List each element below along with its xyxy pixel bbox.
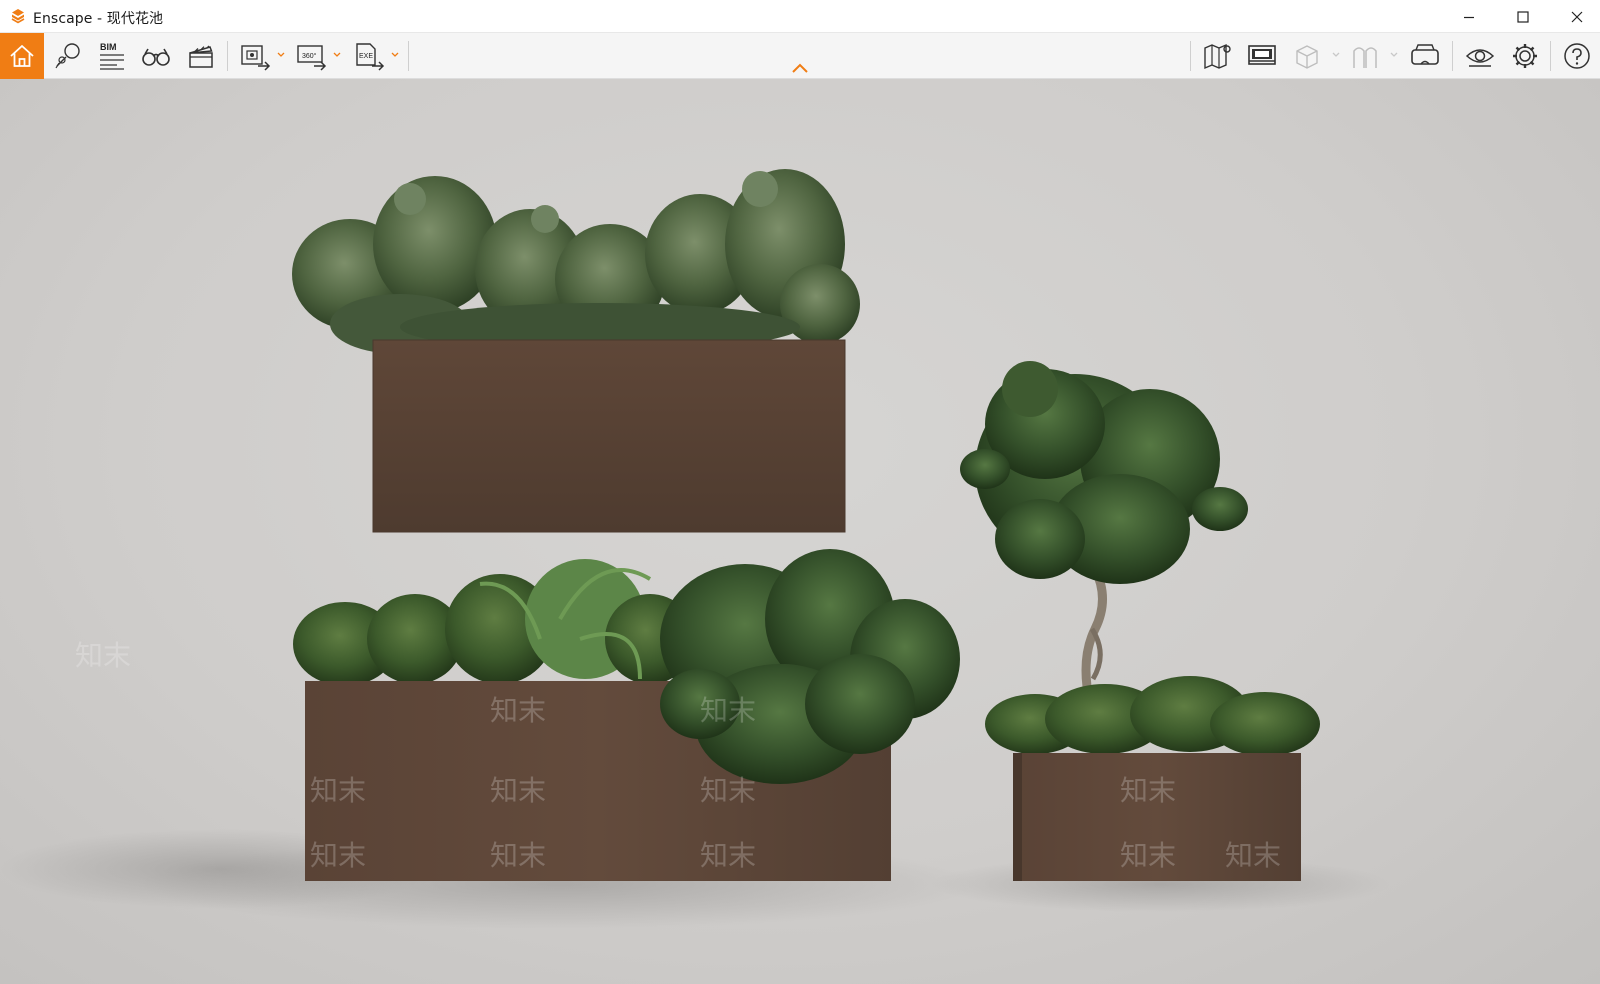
walk-button[interactable] [1348,33,1382,79]
clapperboard-icon [189,45,213,68]
settings-button[interactable] [1506,33,1544,79]
maximize-button[interactable] [1500,0,1546,33]
watermark-text: 知末 [1225,839,1282,872]
views-button[interactable] [50,33,86,79]
binoculars-icon [142,48,170,66]
chevron-up-icon [792,63,808,73]
watermark-text: 知末 [700,839,757,872]
maximize-icon [1517,10,1529,23]
watermark-text: 知末 [310,774,367,807]
minimize-icon [1464,16,1474,18]
home-icon [10,45,34,67]
watermark-text: 知末 [1120,774,1177,807]
watermark-text: 知末 [75,639,132,672]
home-button[interactable] [0,33,44,79]
walk-icon [1353,47,1377,68]
svg-text:BIM: BIM [100,42,117,52]
eye-icon [1465,49,1495,67]
toolbar-separator [1452,41,1453,71]
enscape-logo-icon [11,9,25,24]
watermark-text: 知末 [490,839,547,872]
watermark-text: 知末 [1120,839,1177,872]
toolbar-separator [1550,41,1551,71]
screenshot-export-icon [241,45,271,71]
vr-headset-button[interactable] [1405,33,1445,79]
chevron-down-icon[interactable] [277,51,285,59]
exe-export-icon: EXE [356,43,385,71]
title-bar: Enscape - 现代花池 [0,0,1600,33]
chevron-down-icon[interactable] [1390,51,1398,59]
binoculars-button[interactable] [138,33,174,79]
chevron-down-icon[interactable] [333,51,341,59]
watermark-text: 知末 [310,839,367,872]
svg-text:EXE: EXE [359,53,373,60]
cube-button[interactable] [1290,33,1324,79]
panorama-export-icon: 360° [297,45,327,71]
help-icon [1564,43,1590,69]
panorama-export-button[interactable]: 360° [292,33,332,79]
toolbar-separator [1190,41,1191,71]
video-editor-button[interactable] [183,33,219,79]
cube-icon [1296,45,1318,69]
help-button[interactable] [1558,33,1596,79]
top-planter-box [373,340,845,532]
collapse-toolbar-button[interactable] [789,60,811,76]
chevron-down-icon[interactable] [391,51,399,59]
close-button[interactable] [1554,0,1600,33]
screenshot-export-button[interactable] [236,33,276,79]
small-planter-foliage [985,676,1320,756]
top-planter-foliage [292,169,860,354]
watermark-text: 知末 [700,774,757,807]
chevron-down-icon[interactable] [1332,51,1340,59]
toolbar-separator [408,41,409,71]
render-viewport[interactable]: 知末 知末 知末 知末 知末 知末 知末 知末 知末 知末 知末 知末 [0,79,1600,984]
close-icon [1571,11,1583,22]
gear-icon [1513,44,1537,68]
render-image [0,169,1390,929]
minimize-button[interactable] [1446,0,1492,33]
exe-export-button[interactable]: EXE [350,33,390,79]
window-title: Enscape - 现代花池 [33,11,164,27]
watermark-text: 知末 [490,774,547,807]
tree [960,361,1248,705]
watermark-text: 知末 [490,694,547,727]
monitor-icon [1248,45,1276,65]
monitor-button[interactable] [1243,33,1281,79]
map-icon [1204,43,1231,70]
map-button[interactable] [1199,33,1237,79]
vr-headset-icon [1411,44,1439,65]
bim-button[interactable]: BIM [94,33,130,79]
toolbar-separator [227,41,228,71]
bim-icon: BIM [100,42,124,70]
svg-text:360°: 360° [302,52,317,60]
views-icon [55,43,80,69]
watermark-text: 知末 [700,694,757,727]
visibility-button[interactable] [1460,33,1500,79]
